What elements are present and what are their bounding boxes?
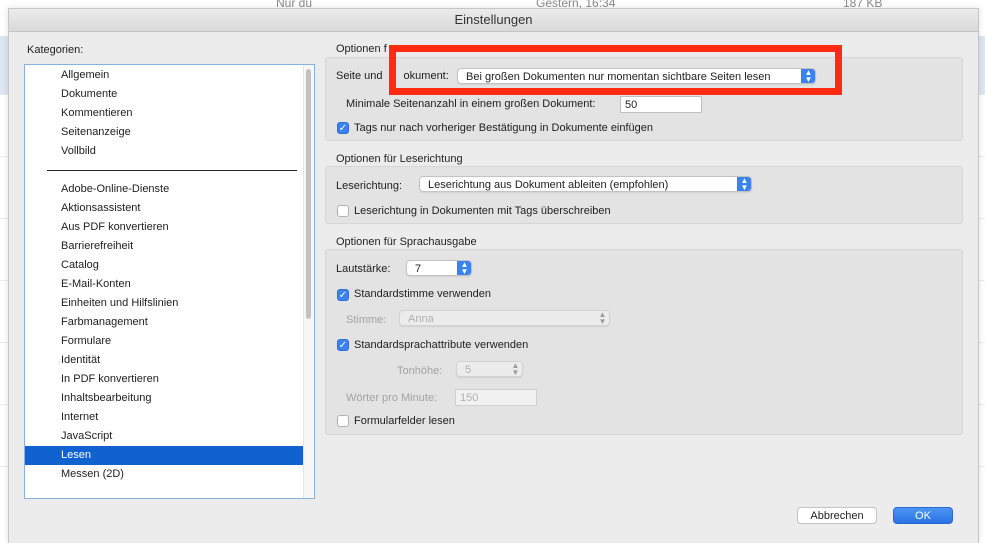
category-item-formulare[interactable]: Formulare [25,332,303,351]
category-item-internet[interactable]: Internet [25,408,303,427]
category-item-barrierefreiheit[interactable]: Barrierefreiheit [25,237,303,256]
category-item-inhaltsbearbeitung[interactable]: Inhaltsbearbeitung [25,389,303,408]
preferences-dialog: Einstellungen Kategorien: Allgemein Doku… [8,8,979,543]
popup-arrows-icon: ▲ ▼ [801,69,815,83]
override-direction-checkbox[interactable] [337,205,349,217]
category-item-farbmanagement[interactable]: Farbmanagement [25,313,303,332]
words-per-minute-field[interactable]: 150 [455,389,537,406]
min-pages-label: Minimale Seitenanzahl in einem großen Do… [346,98,596,110]
tags-confirm-checkbox[interactable]: ✓ [337,122,349,134]
category-item-messen-2d[interactable]: Messen (2D) [25,465,303,484]
default-attributes-checkbox[interactable]: ✓ [337,339,349,351]
category-separator [47,170,297,171]
volume-value: 7 [415,263,422,275]
ok-button[interactable]: OK [893,507,953,524]
category-item-in-pdf-konvertieren[interactable]: In PDF konvertieren [25,370,303,389]
pitch-value: 5 [465,364,472,376]
category-item-lesen[interactable]: Lesen [25,446,303,465]
popup-arrows-icon: ▲ ▼ [598,310,607,326]
categories-label: Kategorien: [27,44,84,56]
category-item-javascript[interactable]: JavaScript [25,427,303,446]
reading-direction-popup[interactable]: Leserichtung aus Dokument ableiten (empf… [419,176,752,192]
volume-label: Lautstärke: [336,263,391,275]
category-item-kommentieren[interactable]: Kommentieren [25,104,303,123]
category-item-allgemein[interactable]: Allgemein [25,66,303,85]
category-item-aus-pdf-konvertieren[interactable]: Aus PDF konvertieren [25,218,303,237]
page-and-document-label: Seite und okument: [336,70,449,82]
volume-popup[interactable]: 7 ▲ ▼ [406,260,472,276]
cancel-button[interactable]: Abbrechen [797,507,877,524]
default-attributes-label: Standardsprachattribute verwenden [354,339,529,351]
categories-scroll-thumb[interactable] [306,69,311,319]
section-title-options: Optionen f [336,43,387,55]
min-pages-field[interactable]: 50 [620,96,702,113]
dialog-title: Einstellungen [9,9,978,32]
pitch-popup[interactable]: 5 ▲ ▼ [456,361,523,377]
category-item-identitaet[interactable]: Identität [25,351,303,370]
category-item-catalog[interactable]: Catalog [25,256,303,275]
section-title-reading-direction: Optionen für Leserichtung [336,153,463,165]
checkmark-icon: ✓ [338,123,348,134]
category-item-e-mail-konten[interactable]: E-Mail-Konten [25,275,303,294]
reading-direction-label: Leserichtung: [336,180,403,192]
popup-arrows-icon: ▲ ▼ [457,261,471,275]
default-voice-label: Standardstimme verwenden [354,288,491,300]
popup-arrows-icon: ▲ ▼ [737,177,751,191]
category-item-einheiten-und-hilfslinien[interactable]: Einheiten und Hilfslinien [25,294,303,313]
section-title-speech: Optionen für Sprachausgabe [336,236,477,248]
voice-value: Anna [408,313,434,325]
page-and-document-popup[interactable]: Bei großen Dokumenten nur momentan sicht… [457,68,816,84]
category-item-adobe-online-dienste[interactable]: Adobe-Online-Dienste [25,180,303,199]
categories-list: Allgemein Dokumente Kommentieren Seitena… [24,64,315,499]
reading-direction-value: Leserichtung aus Dokument ableiten (empf… [428,179,669,191]
checkmark-icon: ✓ [338,340,348,351]
page-and-document-value: Bei großen Dokumenten nur momentan sicht… [466,71,771,83]
category-item-vollbild[interactable]: Vollbild [25,142,303,161]
words-per-minute-label: Wörter pro Minute: [346,392,438,404]
voice-popup[interactable]: Anna ▲ ▼ [399,310,610,326]
category-item-aktionsassistent[interactable]: Aktionsassistent [25,199,303,218]
form-fields-checkbox[interactable] [337,415,349,427]
voice-label: Stimme: [346,314,387,326]
default-voice-checkbox[interactable]: ✓ [337,289,349,301]
category-item-dokumente[interactable]: Dokumente [25,85,303,104]
category-item-seitenanzeige[interactable]: Seitenanzeige [25,123,303,142]
override-direction-label: Leserichtung in Dokumenten mit Tags über… [354,205,611,217]
form-fields-label: Formularfelder lesen [354,415,455,427]
checkmark-icon: ✓ [338,290,348,301]
tags-confirm-label: Tags nur nach vorheriger Bestätigung in … [354,122,654,134]
pitch-label: Tonhöhe: [397,365,443,377]
popup-arrows-icon: ▲ ▼ [511,361,520,377]
